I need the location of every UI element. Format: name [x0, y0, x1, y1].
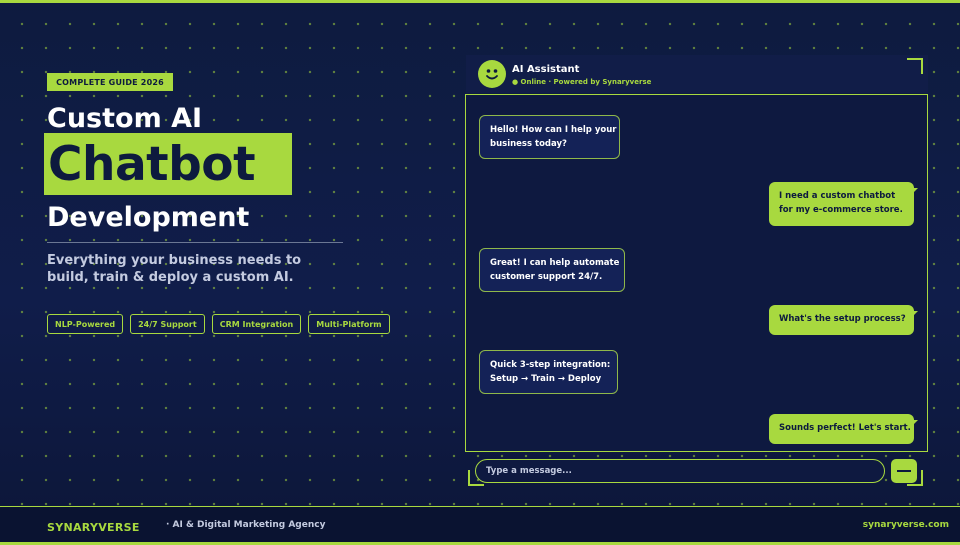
corner-bracket-bottom-right	[907, 470, 923, 486]
message-line: for my e-commerce store.	[779, 205, 903, 215]
chip-support: 24/7 Support	[130, 314, 205, 334]
chip-multiplatform: Multi-Platform	[308, 314, 390, 334]
message-line: Great! I can help automate	[490, 258, 620, 268]
assistant-status: ● Online · Powered by Synaryverse	[512, 78, 652, 86]
bot-message: Great! I can help automate customer supp…	[479, 248, 625, 292]
message-line: Sounds perfect! Let's start.	[779, 423, 911, 433]
corner-bracket-top-right	[907, 58, 923, 74]
chip-nlp: NLP-Powered	[47, 314, 124, 334]
feature-chips: NLP-Powered 24/7 Support CRM Integration…	[47, 314, 390, 334]
message-line: Setup → Train → Deploy	[490, 374, 602, 384]
user-message: I need a custom chatbot for my e-commerc…	[769, 182, 914, 226]
hero-title-line1: Custom AI	[47, 103, 203, 134]
hero-subtitle: Everything your business needs to build,…	[47, 252, 307, 286]
bubble-tail	[912, 420, 918, 426]
footer-brand: SYNARYVERSE	[47, 521, 140, 534]
message-line: What's the setup process?	[779, 314, 906, 324]
smiley-icon	[486, 69, 498, 80]
hero-title-line2: Chatbot	[48, 137, 256, 192]
corner-bracket-bottom-left	[468, 470, 484, 486]
bubble-tail	[912, 311, 918, 317]
bubble-tail	[912, 188, 918, 194]
bot-avatar	[478, 60, 506, 88]
assistant-name: AI Assistant	[512, 64, 580, 75]
footer-website-link[interactable]: synaryverse.com	[863, 520, 949, 530]
message-input[interactable]	[475, 459, 885, 483]
hero-subtitle-line2: build, train & deploy a custom AI.	[47, 270, 294, 285]
message-line: Hello! How can I help your	[490, 125, 617, 135]
hero-divider	[47, 242, 343, 243]
footer-bar	[0, 506, 960, 542]
footer-tagline: · AI & Digital Marketing Agency	[166, 520, 326, 530]
bot-message: Hello! How can I help your business toda…	[479, 115, 620, 159]
chip-crm: CRM Integration	[211, 314, 302, 334]
bot-message: Quick 3-step integration: Setup → Train …	[479, 350, 618, 394]
message-line: I need a custom chatbot	[779, 191, 896, 201]
hero-subtitle-line1: Everything your business needs to	[47, 253, 302, 268]
message-line: Quick 3-step integration:	[490, 360, 611, 370]
message-line: customer support 24/7.	[490, 272, 603, 282]
user-message: What's the setup process?	[769, 305, 914, 335]
message-line: business today?	[490, 139, 567, 149]
guide-badge: COMPLETE GUIDE 2026	[47, 73, 173, 91]
hero-title-line3: Development	[47, 202, 250, 233]
top-accent-line	[0, 0, 960, 3]
user-message: Sounds perfect! Let's start.	[769, 414, 914, 444]
